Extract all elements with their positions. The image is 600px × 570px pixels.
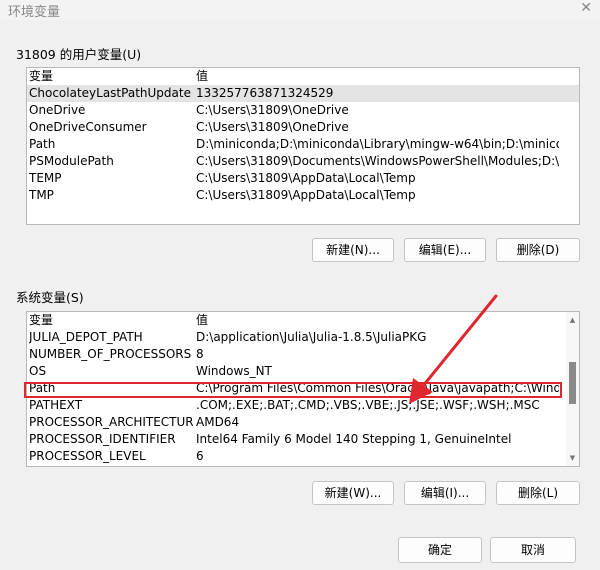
variable-name: OneDriveConsumer [29, 119, 194, 136]
table-row[interactable]: TEMPC:\Users\31809\AppData\Local\Temp [27, 170, 579, 187]
variable-value: D:\application\Julia\Julia-1.8.5\JuliaPK… [196, 329, 559, 346]
variable-name: ChocolateyLastPathUpdate [29, 85, 194, 102]
system-vars-list[interactable]: 变量 值 JULIA_DEPOT_PATHD:\application\Juli… [26, 311, 580, 467]
variable-name: JULIA_DEPOT_PATH [29, 329, 194, 346]
close-icon[interactable]: ✕ [580, 0, 592, 16]
variable-value: C:\Users\31809\AppData\Local\Temp [196, 187, 559, 204]
header-name: 变量 [29, 312, 194, 329]
header-value: 值 [196, 312, 559, 329]
user-delete-button[interactable]: 删除(D) [496, 238, 580, 262]
system-vars-group-label: 系统变量(S) [16, 287, 84, 306]
list-header: 变量 值 [27, 312, 579, 329]
variable-value: AMD64 [196, 414, 559, 431]
variable-name: PROCESSOR_ARCHITECTURE [29, 414, 194, 431]
variable-name: Path [29, 380, 194, 397]
variable-value: C:\Users\31809\AppData\Local\Temp [196, 170, 559, 187]
table-row[interactable]: NUMBER_OF_PROCESSORS8 [27, 346, 579, 363]
variable-value: Intel64 Family 6 Model 140 Stepping 1, G… [196, 431, 559, 448]
header-name: 变量 [29, 68, 194, 85]
table-row[interactable]: PROCESSOR_LEVEL6 [27, 448, 579, 465]
table-row[interactable]: PathC:\Program Files\Common Files\Oracle… [27, 380, 579, 397]
title-bar: 环境变量 ✕ [0, 0, 600, 20]
variable-value: C:\Users\31809\Documents\WindowsPowerShe… [196, 153, 559, 170]
scroll-down-icon[interactable]: ▼ [566, 452, 579, 464]
variable-value: C:\Users\31809\OneDrive [196, 119, 559, 136]
system-new-button[interactable]: 新建(W)... [312, 481, 394, 505]
variable-value: .COM;.EXE;.BAT;.CMD;.VBS;.VBE;.JS;.JSE;.… [196, 397, 559, 414]
table-row[interactable]: PROCESSOR_ARCHITECTUREAMD64 [27, 414, 579, 431]
list-header: 变量 值 [27, 68, 579, 85]
table-row[interactable]: JULIA_DEPOT_PATHD:\application\Julia\Jul… [27, 329, 579, 346]
user-new-button[interactable]: 新建(N)... [312, 238, 394, 262]
system-list-scrollbar[interactable]: ▲ ▼ [566, 312, 579, 466]
variable-name: NUMBER_OF_PROCESSORS [29, 346, 194, 363]
variable-name: OS [29, 363, 194, 380]
user-edit-button[interactable]: 编辑(E)... [404, 238, 486, 262]
user-vars-list[interactable]: 变量 值 ChocolateyLastPathUpdate13325776387… [26, 67, 580, 225]
scroll-up-icon[interactable]: ▲ [566, 314, 579, 326]
table-row[interactable]: PathD:\miniconda;D:\miniconda\Library\mi… [27, 136, 579, 153]
table-row[interactable]: PSModulePathC:\Users\31809\Documents\Win… [27, 153, 579, 170]
variable-value: 8 [196, 346, 559, 363]
variable-value: 133257763871324529 [196, 85, 559, 102]
variable-value: 6 [196, 448, 559, 465]
cancel-button[interactable]: 取消 [490, 537, 576, 563]
variable-name: PROCESSOR_IDENTIFIER [29, 431, 194, 448]
variable-name: TMP [29, 187, 194, 204]
ok-button[interactable]: 确定 [398, 537, 482, 563]
variable-value: C:\Users\31809\OneDrive [196, 102, 559, 119]
variable-name: PATHEXT [29, 397, 194, 414]
table-row[interactable]: PROCESSOR_IDENTIFIERIntel64 Family 6 Mod… [27, 431, 579, 448]
variable-name: OneDrive [29, 102, 194, 119]
header-value: 值 [196, 68, 559, 85]
table-row[interactable]: ChocolateyLastPathUpdate1332577638713245… [27, 85, 579, 102]
system-delete-button[interactable]: 删除(L) [496, 481, 580, 505]
variable-value: C:\Program Files\Common Files\Oracle\Jav… [196, 380, 559, 397]
variable-name: PSModulePath [29, 153, 194, 170]
variable-name: PROCESSOR_LEVEL [29, 448, 194, 465]
table-row[interactable]: OneDriveC:\Users\31809\OneDrive [27, 102, 579, 119]
table-row[interactable]: PATHEXT.COM;.EXE;.BAT;.CMD;.VBS;.VBE;.JS… [27, 397, 579, 414]
user-vars-group-label: 31809 的用户变量(U) [16, 44, 141, 63]
variable-name: Path [29, 136, 194, 153]
variable-value: Windows_NT [196, 363, 559, 380]
table-row[interactable]: OneDriveConsumerC:\Users\31809\OneDrive [27, 119, 579, 136]
table-row[interactable]: TMPC:\Users\31809\AppData\Local\Temp [27, 187, 579, 204]
variable-value: D:\miniconda;D:\miniconda\Library\mingw-… [196, 136, 559, 153]
scroll-thumb[interactable] [569, 362, 576, 404]
variable-name: TEMP [29, 170, 194, 187]
table-row[interactable]: OSWindows_NT [27, 363, 579, 380]
system-edit-button[interactable]: 编辑(I)... [404, 481, 486, 505]
window-title: 环境变量 [8, 1, 60, 20]
